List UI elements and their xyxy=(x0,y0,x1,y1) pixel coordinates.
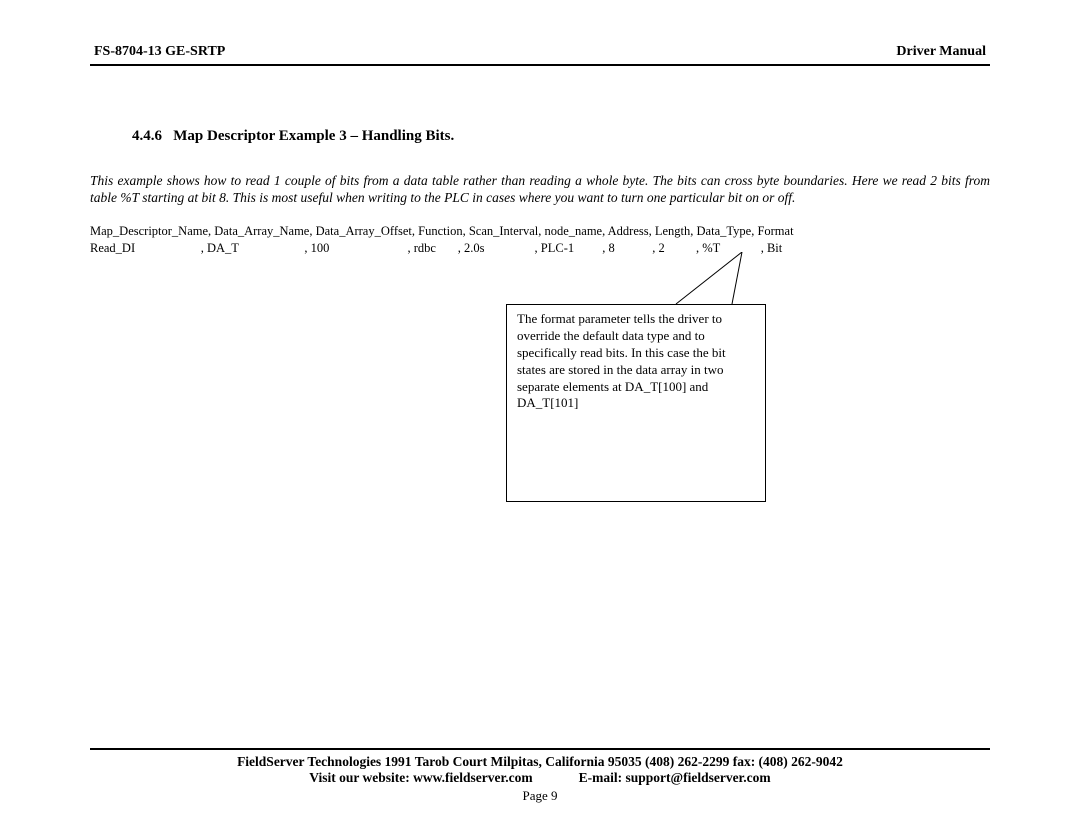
section-title: 4.4.6 Map Descriptor Example 3 – Handlin… xyxy=(132,128,990,145)
page-header: FS-8704-13 GE-SRTP Driver Manual xyxy=(90,44,990,62)
section-heading: Map Descriptor Example 3 – Handling Bits… xyxy=(173,128,454,144)
intro-paragraph: This example shows how to read 1 couple … xyxy=(90,173,990,207)
header-right: Driver Manual xyxy=(896,44,986,60)
footer-email: E-mail: support@fieldserver.com xyxy=(579,770,771,785)
header-rule xyxy=(90,64,990,66)
callout: The format parameter tells the driver to… xyxy=(506,252,766,502)
section-number: 4.4.6 xyxy=(132,128,162,144)
footer-contact: Visit our website: www.fieldserver.com E-… xyxy=(90,770,990,786)
header-left: FS-8704-13 GE-SRTP xyxy=(94,44,225,60)
callout-box: The format parameter tells the driver to… xyxy=(506,304,766,502)
footer-rule xyxy=(90,748,990,750)
callout-text: The format parameter tells the driver to… xyxy=(517,311,726,410)
footer-address: FieldServer Technologies 1991 Tarob Cour… xyxy=(90,754,990,770)
callout-leader-line xyxy=(506,252,766,312)
page: FS-8704-13 GE-SRTP Driver Manual 4.4.6 M… xyxy=(0,0,1080,834)
page-number: Page 9 xyxy=(90,788,990,804)
footer-website: Visit our website: www.fieldserver.com xyxy=(309,770,532,785)
page-footer: FieldServer Technologies 1991 Tarob Cour… xyxy=(90,746,990,804)
config-headers: Map_Descriptor_Name, Data_Array_Name, Da… xyxy=(90,224,794,238)
